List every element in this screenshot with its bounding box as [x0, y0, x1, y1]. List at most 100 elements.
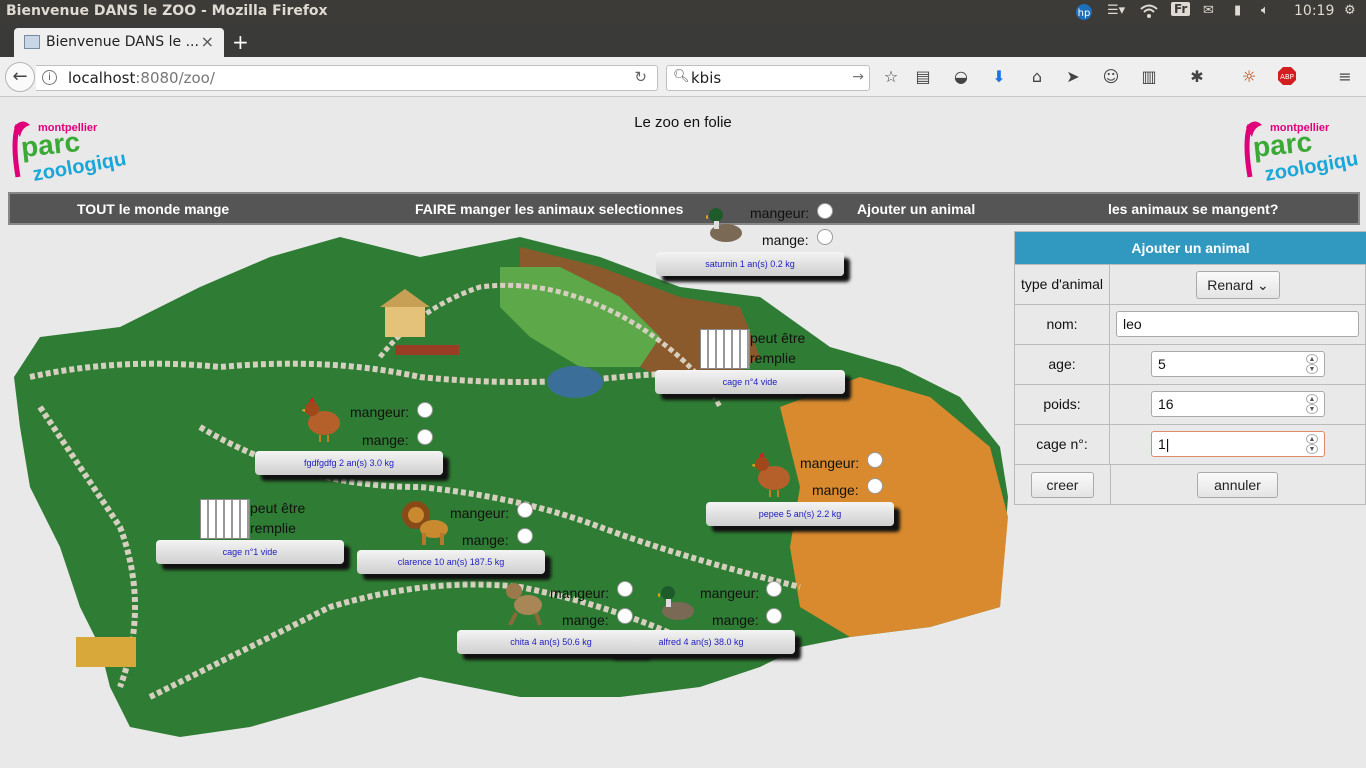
duck-icon	[654, 581, 698, 631]
form-row-age: age: 5 ▲ ▼	[1015, 344, 1366, 385]
extension-bug-icon[interactable]: ✱	[1186, 66, 1208, 88]
svg-text:hp: hp	[1078, 8, 1091, 19]
saturnin-eater-radio[interactable]	[817, 203, 833, 219]
form-divider	[1110, 465, 1111, 505]
add-animal-button[interactable]: Ajouter un animal	[857, 201, 975, 217]
reading-list-icon[interactable]: ▤	[912, 66, 934, 88]
eats-label: mange:	[362, 432, 409, 448]
fgdfgdfg-eater-radio[interactable]	[417, 402, 433, 418]
search-bar[interactable]: 🔍︎ →	[666, 65, 870, 91]
eater-label: mangeur:	[750, 205, 810, 221]
name-input[interactable]: leo	[1116, 311, 1359, 337]
hp-icon[interactable]: hp	[1074, 3, 1094, 25]
cage-plaque-4[interactable]: cage n°4 vide	[655, 370, 845, 394]
age-input[interactable]: 5 ▲ ▼	[1151, 351, 1325, 377]
search-go-arrow-icon[interactable]: →	[852, 69, 864, 85]
animal-plaque-saturnin[interactable]: saturnin 1 an(s) 0.2 kg	[656, 252, 844, 276]
animal-plaque-alfred[interactable]: alfred 4 an(s) 38.0 kg	[607, 630, 795, 654]
close-tab-icon[interactable]: ×	[201, 32, 214, 51]
download-arrow-icon[interactable]: ⬇	[988, 66, 1010, 88]
browser-tab[interactable]: Bienvenue DANS le ... ×	[14, 28, 224, 57]
form-row-type: type d'animal Renard ⌄	[1015, 264, 1366, 305]
eats-label: mange:	[562, 612, 609, 628]
site-info-icon[interactable]: i	[42, 70, 57, 85]
hen-icon	[300, 397, 344, 447]
animal-plaque-pepee[interactable]: pepee 5 an(s) 2.2 kg	[706, 502, 894, 526]
bookmark-star-icon[interactable]: ☆	[880, 66, 902, 88]
mail-icon[interactable]: ✉	[1203, 3, 1214, 18]
map-building	[385, 307, 425, 337]
adblock-plus-icon[interactable]: ABP	[1276, 66, 1298, 88]
page-title: Le zoo en folie	[634, 114, 732, 131]
cage-plaque-1[interactable]: cage n°1 vide	[156, 540, 344, 564]
send-plane-icon[interactable]: ➤	[1062, 66, 1084, 88]
eater-label: mangeur:	[800, 455, 860, 471]
url-text: localhost:8080/zoo/	[68, 69, 215, 87]
clock[interactable]: 10:19	[1294, 3, 1334, 19]
power-gear-icon[interactable]: ⚙	[1344, 3, 1356, 18]
eater-label: mangeur:	[450, 505, 510, 521]
animals-eat-each-other-button[interactable]: les animaux se mangent?	[1108, 201, 1278, 217]
saturnin-eats-radio[interactable]	[817, 229, 833, 245]
add-animal-form: Ajouter un animal type d'animal Renard ⌄…	[1014, 231, 1366, 505]
wifi-icon[interactable]	[1139, 3, 1159, 23]
action-menu-bar: TOUT le monde mange FAIRE manger les ani…	[8, 192, 1360, 225]
clarence-eats-radio[interactable]	[517, 528, 533, 544]
menu-list-icon[interactable]: ☰▾	[1107, 3, 1125, 18]
volume-icon[interactable]: 🔈︎	[1261, 3, 1269, 18]
cage-fillable-text: peut être remplie	[750, 330, 806, 366]
cage-input[interactable]: 1| ▲ ▼	[1151, 431, 1325, 457]
form-row-actions: creer annuler	[1015, 464, 1366, 505]
zoo-page: montpellier parc zoologique montpellier …	[0, 97, 1366, 768]
eats-label: mange:	[712, 612, 759, 628]
extension-face-icon[interactable]: ☺	[1100, 66, 1122, 88]
clarence-eater-radio[interactable]	[517, 502, 533, 518]
weight-input[interactable]: 16 ▲ ▼	[1151, 391, 1325, 417]
tab-title: Bienvenue DANS le ...	[46, 34, 199, 50]
lion-icon	[400, 497, 450, 551]
extension-clipboard-icon[interactable]: ▥	[1138, 66, 1160, 88]
animal-type-select[interactable]: Renard ⌄	[1196, 271, 1280, 299]
pocket-icon[interactable]: ◒	[950, 66, 972, 88]
new-tab-icon[interactable]: +	[232, 30, 249, 54]
eater-label: mangeur:	[700, 585, 760, 601]
eats-label: mange:	[812, 482, 859, 498]
pepee-eater-radio[interactable]	[867, 452, 883, 468]
chita-eater-radio[interactable]	[617, 581, 633, 597]
pepee-eats-radio[interactable]	[867, 478, 883, 494]
type-label: type d'animal	[1015, 265, 1110, 305]
alfred-eats-radio[interactable]	[766, 608, 782, 624]
age-spinner-icon[interactable]: ▲ ▼	[1306, 354, 1318, 374]
hamburger-menu-icon[interactable]: ≡	[1334, 66, 1356, 88]
form-row-name: nom: leo	[1015, 304, 1366, 345]
svg-text:ABP: ABP	[1280, 73, 1294, 81]
cage-icon	[200, 499, 250, 539]
map-sign	[395, 345, 459, 355]
cage-label: cage n°:	[1015, 425, 1110, 465]
reload-icon[interactable]: ↻	[634, 68, 647, 86]
alfred-eater-radio[interactable]	[766, 581, 782, 597]
os-top-bar: Bienvenue DANS le ZOO - Mozilla Firefox …	[0, 0, 1366, 24]
cage-fillable-text: peut être remplie	[250, 500, 306, 536]
map-entrance	[76, 637, 136, 667]
hen-icon	[750, 452, 794, 502]
back-arrow-icon[interactable]: ←	[5, 62, 35, 92]
fgdfgdfg-eats-radio[interactable]	[417, 429, 433, 445]
url-bar[interactable]: i localhost:8080/zoo/ ↻	[36, 65, 658, 91]
form-row-weight: poids: 16 ▲ ▼	[1015, 384, 1366, 425]
search-input[interactable]	[691, 68, 841, 88]
battery-icon[interactable]: ▮	[1234, 3, 1241, 18]
monkey-icon	[500, 577, 550, 631]
extension-sun-icon[interactable]: ☼	[1238, 66, 1260, 88]
animal-plaque-clarence[interactable]: clarence 10 an(s) 187.5 kg	[357, 550, 545, 574]
chita-eats-radio[interactable]	[617, 608, 633, 624]
keyboard-layout-indicator[interactable]: Fr	[1171, 2, 1191, 16]
animal-plaque-fgdfgdfg[interactable]: fgdfgdfg 2 an(s) 3.0 kg	[255, 451, 443, 475]
cancel-button[interactable]: annuler	[1197, 472, 1278, 498]
create-button[interactable]: creer	[1031, 472, 1094, 498]
weight-spinner-icon[interactable]: ▲ ▼	[1306, 394, 1318, 414]
everyone-eats-button[interactable]: TOUT le monde mange	[77, 201, 229, 217]
feed-selected-button[interactable]: FAIRE manger les animaux selectionnes	[415, 201, 683, 217]
home-icon[interactable]: ⌂	[1026, 66, 1048, 88]
cage-spinner-icon[interactable]: ▲ ▼	[1306, 434, 1318, 454]
